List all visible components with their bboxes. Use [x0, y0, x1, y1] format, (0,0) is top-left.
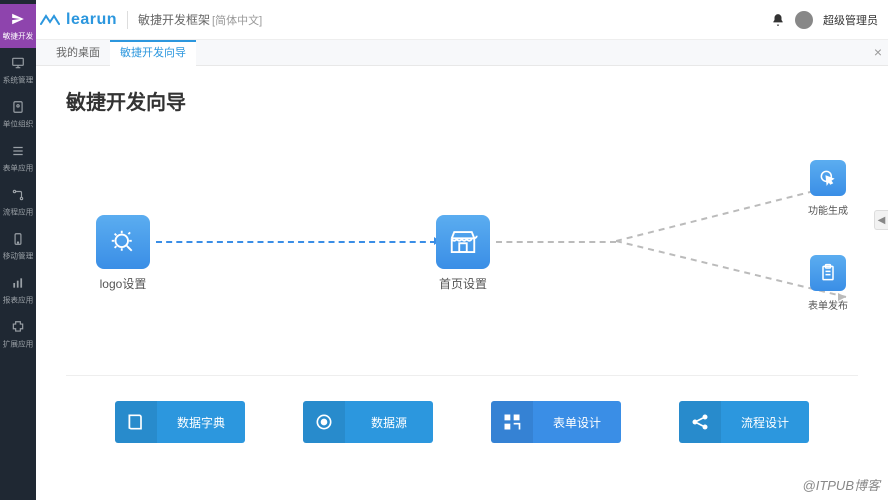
target-icon	[303, 401, 345, 443]
flow-node-logo[interactable]: logo设置	[96, 215, 150, 292]
flow-node-label: 首页设置	[439, 275, 487, 292]
flow-connector	[156, 241, 436, 243]
cursor-click-icon	[810, 160, 846, 196]
flow-node-label: logo设置	[100, 275, 147, 292]
chart-icon	[10, 275, 26, 291]
avatar[interactable]	[795, 11, 813, 29]
sidebar-item-label: 流程应用	[3, 205, 34, 216]
sidebar-item-label: 报表应用	[3, 293, 34, 304]
action-form-design[interactable]: 表单设计	[491, 401, 621, 443]
store-icon	[436, 215, 490, 269]
tab-desktop[interactable]: 我的桌面	[46, 40, 110, 66]
flow-node-home[interactable]: 首页设置	[436, 215, 490, 292]
sidebar: 敏捷开发 系统管理 单位组织 表单应用 流程应用 移动管理 报表应用 扩展应用	[0, 0, 36, 500]
action-data-dict[interactable]: 数据字典	[115, 401, 245, 443]
logo[interactable]: learun	[40, 11, 117, 29]
sidebar-item-form[interactable]: 表单应用	[0, 136, 36, 180]
gear-search-icon	[96, 215, 150, 269]
flow-node-label: 表单发布	[808, 297, 848, 312]
clipboard-icon	[810, 255, 846, 291]
action-label: 流程设计	[721, 414, 809, 431]
header-language[interactable]: [简体中文]	[212, 12, 262, 28]
mobile-icon	[10, 231, 26, 247]
divider	[66, 375, 858, 376]
share-icon	[679, 401, 721, 443]
flow-diagram: logo设置 首页设置 功能生成 表单发布	[66, 155, 858, 365]
sidebar-item-label: 敏捷开发	[3, 29, 34, 40]
action-flow-design[interactable]: 流程设计	[679, 401, 809, 443]
sidebar-item-label: 系统管理	[3, 73, 34, 84]
badge-icon	[10, 99, 26, 115]
header-title: 敏捷开发框架	[138, 11, 210, 28]
sidebar-item-label: 表单应用	[3, 161, 34, 172]
sidebar-item-org[interactable]: 单位组织	[0, 92, 36, 136]
list-icon	[10, 143, 26, 159]
plane-icon	[10, 11, 26, 27]
action-label: 数据字典	[157, 414, 245, 431]
action-label: 数据源	[345, 414, 433, 431]
divider	[127, 11, 128, 29]
action-label: 表单设计	[533, 414, 621, 431]
logo-text: learun	[66, 11, 117, 29]
flow-node-publish[interactable]: 表单发布	[808, 255, 848, 312]
monitor-icon	[10, 55, 26, 71]
bell-icon[interactable]	[771, 13, 785, 27]
sidebar-item-mobile[interactable]: 移动管理	[0, 224, 36, 268]
sidebar-item-agile-dev[interactable]: 敏捷开发	[0, 4, 36, 48]
main-content: 敏捷开发向导 logo设置 首页设置	[36, 66, 888, 500]
book-icon	[115, 401, 157, 443]
header: learun 敏捷开发框架 [简体中文] 超级管理员	[0, 0, 888, 40]
page-title: 敏捷开发向导	[66, 86, 858, 115]
sidebar-item-label: 单位组织	[3, 117, 34, 128]
flow-node-label: 功能生成	[808, 202, 848, 217]
flow-icon	[10, 187, 26, 203]
collapse-handle[interactable]: ◀	[874, 210, 888, 230]
tab-agile-wizard[interactable]: 敏捷开发向导	[110, 40, 196, 66]
sidebar-item-flow[interactable]: 流程应用	[0, 180, 36, 224]
sidebar-item-label: 移动管理	[3, 249, 34, 260]
flow-connector	[496, 241, 616, 243]
puzzle-icon	[10, 319, 26, 335]
logo-icon	[40, 13, 60, 27]
sidebar-item-system[interactable]: 系统管理	[0, 48, 36, 92]
blocks-icon	[491, 401, 533, 443]
sidebar-item-report[interactable]: 报表应用	[0, 268, 36, 312]
sidebar-item-ext[interactable]: 扩展应用	[0, 312, 36, 356]
sidebar-item-label: 扩展应用	[3, 337, 34, 348]
tab-bar: 我的桌面 敏捷开发向导 ×	[36, 40, 888, 66]
user-name[interactable]: 超级管理员	[823, 12, 878, 28]
watermark: @ITPUB博客	[803, 475, 880, 494]
action-data-source[interactable]: 数据源	[303, 401, 433, 443]
close-icon[interactable]: ×	[874, 44, 882, 60]
action-row: 数据字典 数据源 表单设计 流程设计	[66, 401, 858, 443]
flow-node-generate[interactable]: 功能生成	[808, 160, 848, 217]
